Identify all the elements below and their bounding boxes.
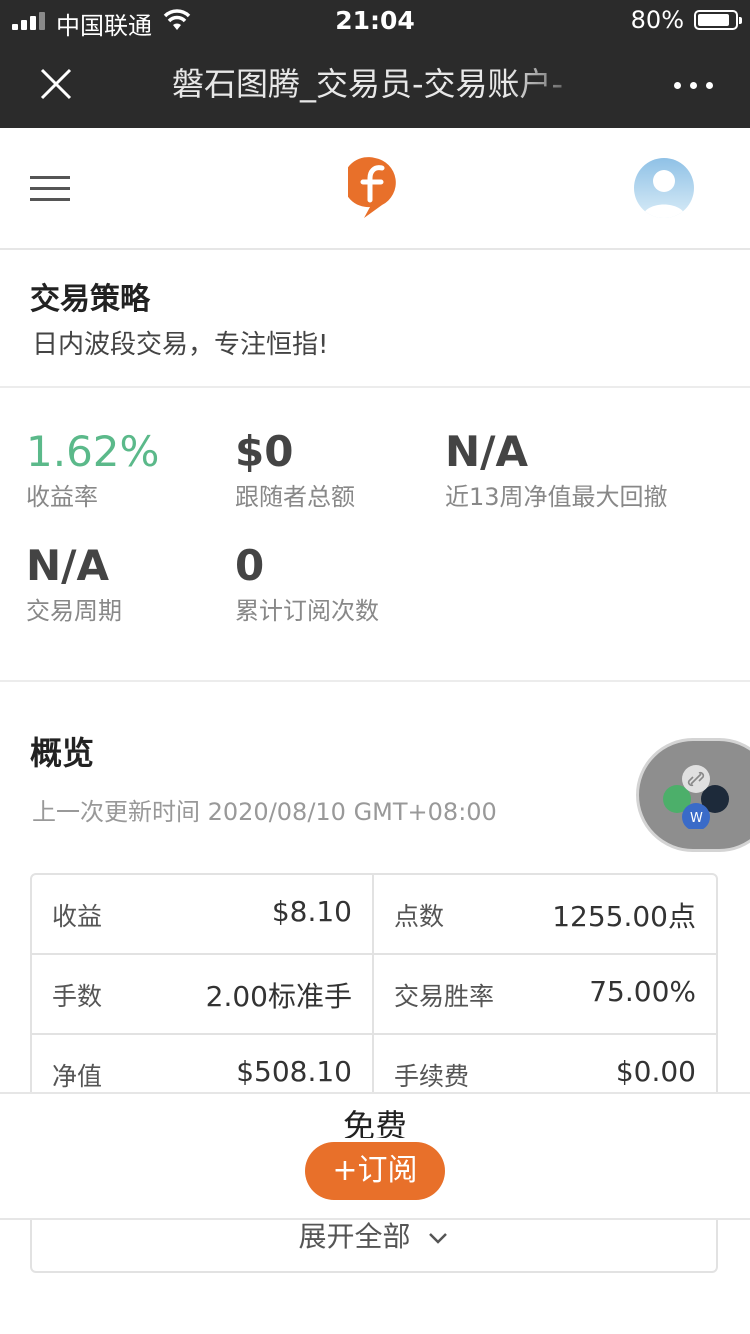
table-cell: 手数 2.00标准手 <box>32 955 374 1035</box>
cell-key: 净值 <box>52 1062 103 1091</box>
stat-label: 跟随者总额 <box>235 483 355 511</box>
expand-all-label: 展开全部 <box>298 1220 411 1253</box>
stat-follower-total: $0 跟随者总额 <box>235 426 355 514</box>
table-cell: 点数 1255.00点 <box>374 875 716 955</box>
cell-value: $8.10 <box>271 895 352 928</box>
expand-all-button[interactable]: 展开全部 <box>32 1215 716 1255</box>
subscribe-button[interactable]: +订阅 <box>305 1142 445 1200</box>
cell-value: 75.00% <box>589 975 696 1008</box>
cell-key: 交易胜率 <box>394 982 495 1011</box>
avatar[interactable] <box>634 158 694 218</box>
cell-key: 手续费 <box>394 1062 470 1091</box>
cell-value: 2.00标准手 <box>205 980 352 1013</box>
price-label: 免费 <box>342 1107 407 1138</box>
page-title: 磐石图腾_交易员-交易账户- <box>172 65 564 103</box>
stat-trading-period: N/A 交易周期 <box>26 540 122 628</box>
stat-label: 交易周期 <box>26 597 122 625</box>
cell-value: $508.10 <box>236 1055 352 1088</box>
stat-value: N/A <box>26 541 109 590</box>
close-icon[interactable] <box>36 64 76 104</box>
strategy-title: 交易策略 <box>30 282 150 317</box>
battery-icon <box>694 10 742 30</box>
cell-key: 手数 <box>52 982 103 1011</box>
more-icon[interactable] <box>674 68 714 100</box>
table-cell: 收益 $8.10 <box>32 875 374 955</box>
floating-apps-icon: W <box>663 765 729 829</box>
stat-value: 0 <box>235 541 265 590</box>
cell-value: $0.00 <box>615 1055 696 1088</box>
app-header <box>0 128 750 250</box>
subscribe-bar: 免费 +订阅 <box>0 1092 750 1220</box>
user-avatar-icon <box>634 158 694 218</box>
overview-title: 概览 <box>30 734 95 772</box>
brand-logo-icon[interactable] <box>348 156 402 220</box>
strategy-section: 交易策略 日内波段交易，专注恒指! <box>0 250 750 388</box>
battery-percentage: 80% <box>630 6 684 34</box>
stat-value: $0 <box>235 427 294 476</box>
last-updated: 上一次更新时间 2020/08/10 GMT+08:00 <box>32 798 497 826</box>
floating-window-bubble[interactable]: W <box>636 738 750 852</box>
cell-value: 1255.00点 <box>552 900 696 933</box>
svg-text:W: W <box>690 811 703 826</box>
stat-label: 累计订阅次数 <box>235 597 379 625</box>
cell-key: 点数 <box>394 902 445 931</box>
stats-section: 1.62% 收益率 $0 跟随者总额 N/A 近13周净值最大回撤 N/A 交易… <box>0 388 750 682</box>
stat-value: N/A <box>445 427 528 476</box>
chevron-down-icon <box>429 1233 448 1244</box>
stat-max-drawdown: N/A 近13周净值最大回撤 <box>445 426 668 514</box>
strategy-description: 日内波段交易，专注恒指! <box>32 330 329 360</box>
cell-key: 收益 <box>52 902 103 931</box>
stat-return-rate: 1.62% 收益率 <box>26 426 159 514</box>
status-bar: 中国联通 21:04 80% <box>0 0 750 40</box>
webview-title-bar: 磐石图腾_交易员-交易账户- <box>0 40 750 128</box>
stat-subscription-count: 0 累计订阅次数 <box>235 540 379 628</box>
stat-label: 收益率 <box>26 483 98 511</box>
hamburger-icon[interactable] <box>30 176 70 202</box>
stat-label: 近13周净值最大回撤 <box>445 483 668 511</box>
table-cell: 交易胜率 75.00% <box>374 955 716 1035</box>
stat-value: 1.62% <box>26 427 160 476</box>
